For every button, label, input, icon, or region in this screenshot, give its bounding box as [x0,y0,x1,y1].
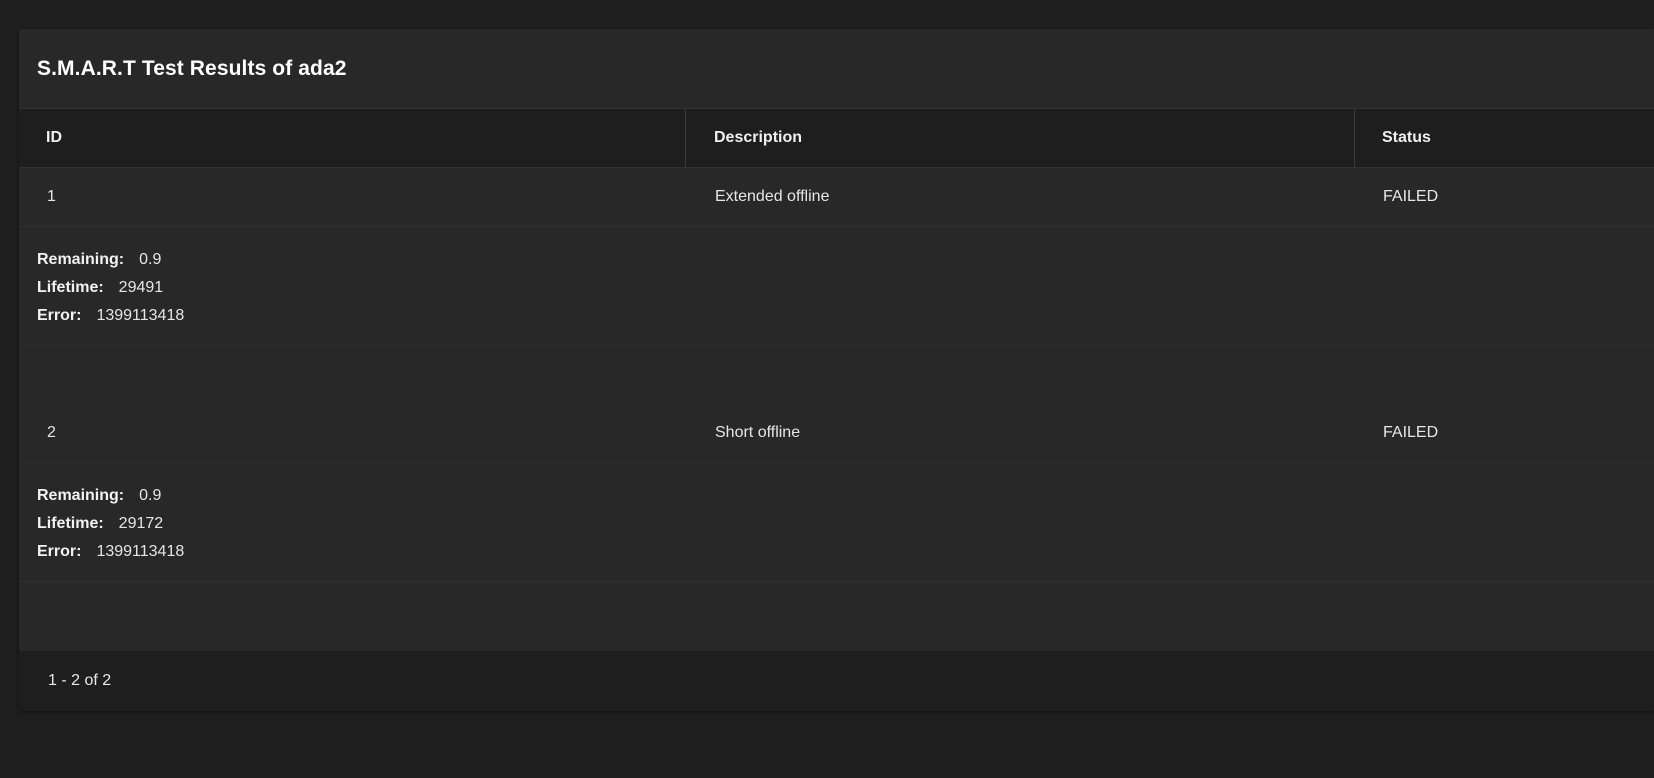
detail-error: Error: 1399113418 [37,305,1654,333]
detail-remaining: Remaining: 0.9 [37,249,1654,277]
detail-label: Error: [37,307,82,324]
table-footer: 1 - 2 of 2 [19,651,1654,711]
row-spacer [19,346,1654,404]
detail-value: 1399113418 [96,543,185,560]
detail-value: 29172 [118,515,164,532]
detail-label: Lifetime: [37,515,104,532]
pagination-range: 1 - 2 of 2 [48,672,112,689]
column-header-status[interactable]: Status [1355,109,1654,167]
detail-value: 0.9 [139,487,162,504]
detail-error: Error: 1399113418 [37,541,1654,569]
table-header: ID Description Status [19,109,1654,168]
cell-id: 2 [47,424,56,441]
column-header-id[interactable]: ID [19,109,686,167]
detail-label: Remaining: [37,487,125,504]
table-row[interactable]: 1 Extended offline FAILED [19,168,1654,227]
row-detail: Remaining: 0.9 Lifetime: 29491 Error: 13991… [19,227,1654,346]
cell-id: 1 [47,188,56,205]
smart-results-card: S.M.A.R.T Test Results of ada2 ID Descri… [19,29,1654,711]
detail-label: Error: [37,543,82,560]
cell-status: FAILED [1383,424,1439,441]
detail-lifetime: Lifetime: 29491 [37,277,1654,305]
table-row[interactable]: 2 Short offline FAILED [19,404,1654,463]
column-header-description[interactable]: Description [686,109,1355,167]
detail-value: 1399113418 [96,307,185,324]
cell-description: Extended offline [715,188,830,205]
detail-lifetime: Lifetime: 29172 [37,513,1654,541]
detail-label: Remaining: [37,251,125,268]
detail-label: Lifetime: [37,279,104,296]
detail-value: 0.9 [139,251,162,268]
card-header: S.M.A.R.T Test Results of ada2 [19,29,1654,109]
card-title: S.M.A.R.T Test Results of ada2 [37,56,347,80]
detail-value: 29491 [118,279,164,296]
row-detail: Remaining: 0.9 Lifetime: 29172 Error: 13991… [19,463,1654,582]
detail-remaining: Remaining: 0.9 [37,485,1654,513]
cell-status: FAILED [1383,188,1439,205]
cell-description: Short offline [715,424,801,441]
